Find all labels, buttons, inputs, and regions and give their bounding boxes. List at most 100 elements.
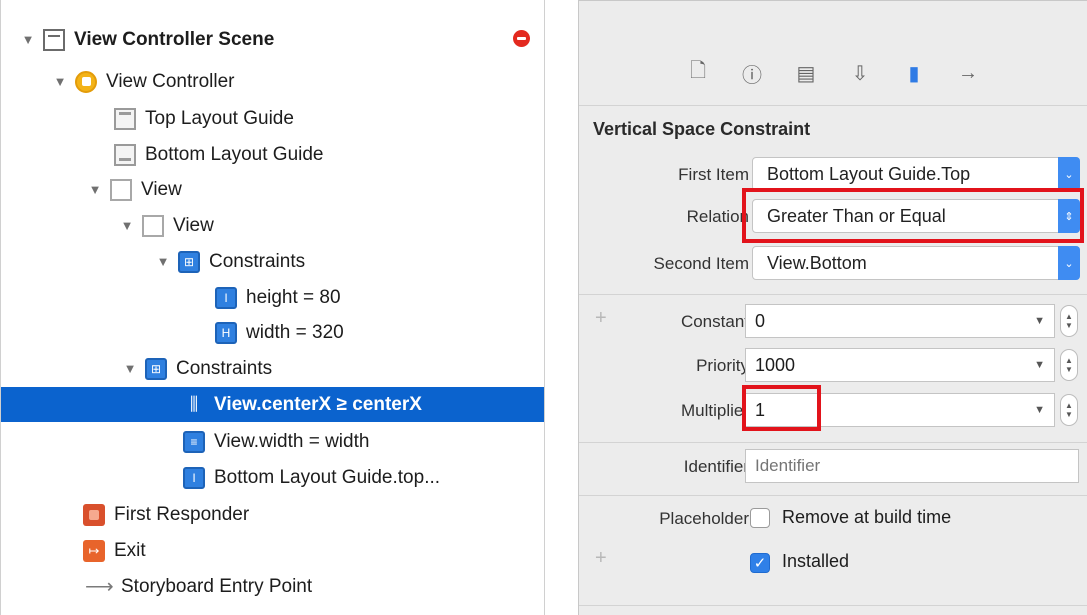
identity-inspector-icon[interactable]: ▤	[790, 57, 822, 89]
document-outline: ▼ View Controller Scene ▼ View Controlle…	[0, 0, 545, 615]
identifier-input[interactable]	[745, 449, 1079, 483]
disclosure-open-icon[interactable]: ▼	[118, 218, 136, 233]
outline-row-scene[interactable]: ▼ View Controller Scene	[19, 22, 544, 57]
identifier-label: Identifier	[683, 457, 749, 476]
relation-highlight-box	[742, 188, 1084, 243]
size-inspector-icon[interactable]: ▮	[898, 57, 930, 89]
divider	[579, 605, 1087, 606]
disclosure-open-icon[interactable]: ▼	[154, 254, 172, 269]
add-variation-icon[interactable]: +	[595, 307, 607, 330]
outline-label: View.width = width	[214, 430, 370, 452]
dropdown-caret-icon[interactable]: ▼	[1034, 404, 1045, 416]
chevron-down-icon[interactable]: ⌄	[1058, 157, 1080, 191]
outline-row-bottom-layout-guide[interactable]: Bottom Layout Guide	[114, 137, 544, 172]
outline-row-view-controller[interactable]: ▼ View Controller	[51, 64, 544, 99]
disclosure-open-icon[interactable]: ▼	[19, 32, 37, 47]
outline-label: View	[141, 178, 182, 200]
outline-row-subview[interactable]: ▼ View	[118, 208, 544, 243]
add-variation-icon[interactable]: +	[595, 547, 607, 570]
outline-row-centerx-constraint[interactable]: ⫼ View.centerX ≥ centerX	[1, 387, 544, 422]
outline-label: View Controller Scene	[74, 28, 275, 50]
outline-row-subview-constraints[interactable]: ▼ ⊞ Constraints	[154, 244, 544, 279]
second-item-label: Second Item	[653, 254, 749, 273]
outline-label: Bottom Layout Guide.top...	[214, 466, 441, 488]
priority-value: 1000	[755, 354, 796, 375]
relation-label: Relation	[686, 207, 749, 226]
connections-inspector-icon[interactable]: →	[952, 57, 984, 89]
constraints-icon: ⊞	[178, 250, 200, 273]
remove-at-build-time-checkbox[interactable]	[750, 508, 770, 528]
constant-stepper[interactable]: ▲ ▼	[1060, 305, 1078, 337]
priority-stepper[interactable]: ▲ ▼	[1060, 349, 1078, 381]
first-item-popup[interactable]: Bottom Layout Guide.Top ⌄	[752, 157, 1080, 191]
outline-label: View Controller	[106, 70, 235, 92]
attributes-inspector-icon[interactable]: ⇩	[844, 57, 876, 89]
outline-row-width-constraint[interactable]: H width = 320	[215, 315, 544, 350]
section-title: Vertical Space Constraint	[593, 119, 811, 139]
outline-row-first-responder[interactable]: First Responder	[83, 497, 544, 532]
outline-label: First Responder	[114, 503, 250, 525]
outline-row-constraints[interactable]: ▼ ⊞ Constraints	[121, 351, 544, 386]
entry-arrow-icon: ⟶	[85, 576, 114, 598]
outline-row-view[interactable]: ▼ View	[86, 172, 544, 207]
priority-label: Priority	[696, 356, 749, 375]
second-item-popup[interactable]: View.Bottom ⌄	[752, 246, 1080, 280]
remove-at-build-time-label: Remove at build time	[782, 507, 952, 527]
dropdown-caret-icon[interactable]: ▼	[1034, 315, 1045, 327]
priority-combo[interactable]: 1000 ▼	[745, 348, 1055, 382]
first-responder-icon	[83, 503, 105, 526]
constraints-icon: ⊞	[145, 357, 167, 380]
outline-row-storyboard-entry-point[interactable]: ⟶ Storyboard Entry Point	[85, 569, 544, 604]
scene-icon	[43, 28, 65, 51]
disclosure-open-icon[interactable]: ▼	[86, 182, 104, 197]
width-constraint-icon: H	[215, 321, 237, 344]
outline-row-exit[interactable]: ↦ Exit	[83, 533, 544, 568]
outline-label: Constraints	[176, 357, 273, 379]
quick-help-icon[interactable]: ⓘ	[736, 57, 768, 89]
outline-label: height = 80	[246, 286, 341, 308]
first-item-value: Bottom Layout Guide.Top	[767, 163, 971, 184]
installed-label: Installed	[782, 551, 850, 571]
vertical-space-constraint-icon: I	[183, 466, 205, 489]
outline-label: View	[173, 214, 214, 236]
multiplier-label: Multiplier	[680, 401, 749, 420]
disclosure-open-icon[interactable]: ▼	[121, 361, 139, 376]
error-indicator-icon[interactable]	[513, 30, 530, 47]
inspector-tab-bar: 🗋 ⓘ ▤ ⇩ ▮ →	[579, 57, 1087, 97]
outline-row-vertical-space-constraint[interactable]: I Bottom Layout Guide.top...	[183, 460, 544, 495]
multiplier-stepper[interactable]: ▲ ▼	[1060, 394, 1078, 426]
divider	[579, 294, 1087, 295]
outline-label: Constraints	[209, 250, 306, 272]
constant-combo[interactable]: 0 ▼	[745, 304, 1055, 338]
first-item-label: First Item	[678, 165, 749, 184]
equal-width-constraint-icon: ≡	[183, 430, 205, 453]
second-item-value: View.Bottom	[767, 252, 867, 273]
disclosure-open-icon[interactable]: ▼	[51, 74, 69, 89]
center-x-constraint-icon: ⫼	[189, 394, 199, 414]
outline-row-height-constraint[interactable]: I height = 80	[215, 280, 544, 315]
dropdown-caret-icon[interactable]: ▼	[1034, 359, 1045, 371]
view-icon	[142, 214, 164, 237]
outline-label: Bottom Layout Guide	[145, 143, 324, 165]
file-inspector-icon[interactable]: 🗋	[682, 57, 714, 89]
outline-row-width-equal-constraint[interactable]: ≡ View.width = width	[183, 424, 544, 459]
view-icon	[110, 178, 132, 201]
divider	[579, 442, 1087, 443]
outline-label: Storyboard Entry Point	[121, 575, 313, 597]
top-layout-guide-icon	[114, 107, 136, 130]
chevron-down-icon[interactable]: ⌄	[1058, 246, 1080, 280]
multiplier-highlight-box	[742, 385, 821, 431]
size-inspector-panel: 🗋 ⓘ ▤ ⇩ ▮ → Vertical Space Constraint Fi…	[578, 0, 1087, 615]
divider	[579, 105, 1087, 106]
outline-label: View.centerX ≥ centerX	[214, 393, 422, 415]
view-controller-icon	[75, 70, 97, 93]
outline-row-top-layout-guide[interactable]: Top Layout Guide	[114, 101, 544, 136]
constant-value: 0	[755, 310, 766, 331]
outline-label: Exit	[114, 539, 146, 561]
divider	[579, 495, 1087, 496]
constant-label: Constant	[680, 312, 749, 331]
placeholder-label: Placeholder	[659, 509, 749, 528]
height-constraint-icon: I	[215, 286, 237, 309]
installed-checkbox[interactable]: ✓	[750, 553, 770, 573]
exit-icon: ↦	[83, 539, 105, 562]
